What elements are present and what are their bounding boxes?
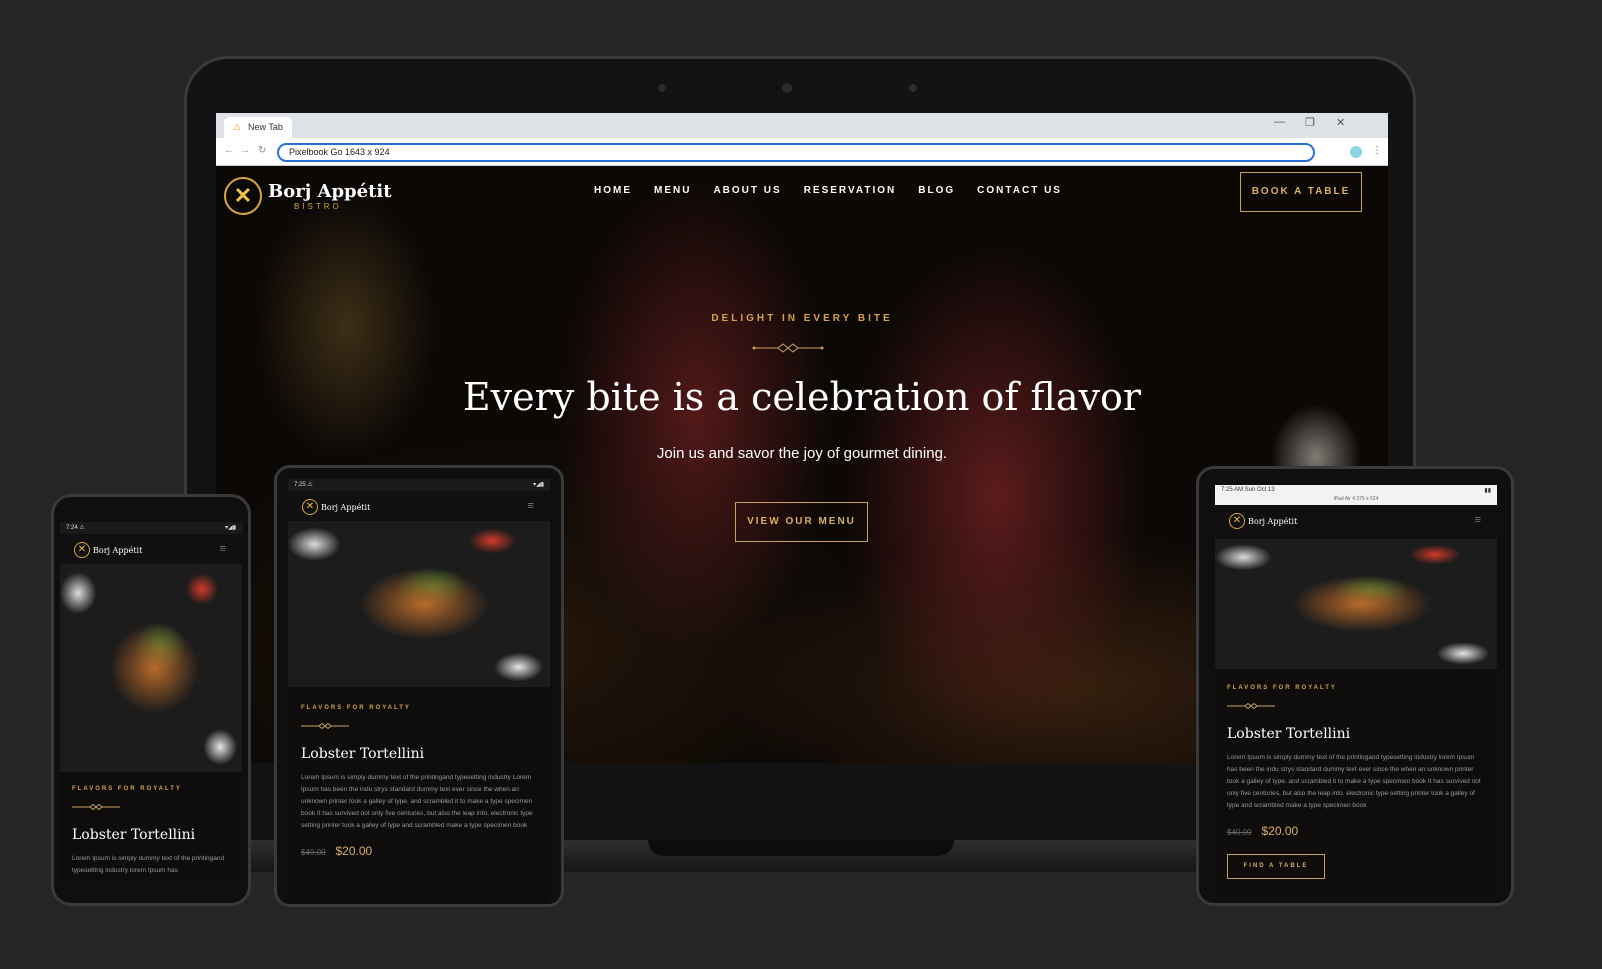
brand-name: Borj Appétit [268,181,392,202]
price-row: $40.00 $20.00 [1227,824,1485,838]
kebab-menu-icon[interactable]: ⋮ [1372,145,1382,156]
utensils-icon: ✕ [302,499,318,515]
mobile-logo[interactable]: ✕ Borj Appétit [1229,513,1297,529]
price-row: $40.00 $20.00 [301,844,537,858]
brand-name: Borj Appétit [321,502,371,512]
reload-icon[interactable]: ↻ [258,145,266,156]
address-bar[interactable]: Pixelbook Go 1643 x 924 [277,143,1315,162]
book-table-button[interactable]: BOOK A TABLE [1240,172,1362,212]
old-price: $40.00 [1227,828,1252,837]
hero-tagline: DELIGHT IN EVERY BITE [711,313,893,324]
dish-kicker: FLAVORS FOR ROYALTY [72,786,182,792]
phone-screen: 7:24 ⚠ ▾◢▮ ✕ Borj Appétit ≡ FLAVORS FOR RO… [60,522,242,882]
dish-kicker: FLAVORS FOR ROYALTY [1227,685,1337,691]
status-bar: 7:25 AM Sun Oct 13 ▮▮ iPad Air 4 375 x 6… [1215,485,1497,505]
brand-name: Borj Appétit [93,545,143,555]
warning-icon: ⚠ [233,122,242,132]
menu-icon[interactable]: ≡ [220,543,226,555]
site-logo[interactable]: ✕ Borj Appétit BISTRO [224,177,392,215]
status-time: 7:25 AM Sun Oct 13 [1221,487,1275,493]
sensor-dot [658,84,666,92]
nav-about[interactable]: ABOUT US [713,185,781,196]
nav-menu[interactable]: MENU [654,185,691,196]
utensils-icon: ✕ [1229,513,1245,529]
nav-blog[interactable]: BLOG [918,185,955,196]
dish-title: Lobster Tortellini [72,827,196,843]
main-nav: HOME MENU ABOUT US RESERVATION BLOG CONT… [594,185,1062,196]
phone-device: 7:24 ⚠ ▾◢▮ ✕ Borj Appétit ≡ FLAVORS FOR RO… [51,494,251,906]
browser-toolbar: ← → ↻ Pixelbook Go 1643 x 924 ⋮ [216,138,1388,166]
mobile-header: ✕ Borj Appétit ≡ [1215,505,1497,539]
dish-kicker: FLAVORS FOR ROYALTY [301,705,411,711]
ornament-divider [752,343,824,353]
food-photo [60,564,242,772]
dish-title: Lobster Tortellini [1227,726,1351,742]
dish-description: Lorem Ipsum is simply dummy text of the … [301,774,533,829]
signal-icons: ▾◢▮ [225,525,236,531]
forward-icon[interactable]: → [240,145,250,156]
hero-title: Every bite is a celebration of flavor [462,375,1142,419]
status-bar: 7:24 ⚠ ▾◢▮ [60,522,242,534]
status-time: 7:24 [66,525,78,531]
new-price: $20.00 [335,844,373,858]
dish-card: FLAVORS FOR ROYALTY Lobster Tortellini L… [1215,669,1497,893]
brand-sub: BISTRO [294,202,342,211]
ornament-divider [301,722,349,730]
restore-icon[interactable]: ❐ [1305,116,1315,129]
ornament-divider [72,803,120,811]
utensils-icon: ✕ [224,177,262,215]
food-photo [288,521,550,687]
close-icon[interactable]: ✕ [1336,116,1345,129]
tablet-screen: 7:25 ⚠ ▾◢▮ ✕ Borj Appétit ≡ FLAVORS FOR RO… [288,479,550,903]
menu-icon[interactable]: ≡ [528,500,534,512]
mobile-header: ✕ Borj Appétit ≡ [60,534,242,564]
nav-reservation[interactable]: RESERVATION [804,185,897,196]
extension-icon[interactable] [1350,146,1362,158]
view-menu-button[interactable]: VIEW OUR MENU [735,502,868,542]
browser-tab-strip: ⚠ New Tab — ❐ ✕ [216,113,1388,138]
dish-card: FLAVORS FOR ROYALTY Lobster Tortellini L… [288,687,550,876]
nav-home[interactable]: HOME [594,185,632,196]
ornament-divider [1227,702,1275,710]
old-price: $40.00 [301,848,326,857]
menu-icon[interactable]: ≡ [1475,514,1481,526]
food-photo [1215,539,1497,669]
nav-contact[interactable]: CONTACT US [977,185,1062,196]
tab-title: New Tab [248,122,283,132]
sensor-dot [909,84,917,92]
webcam [782,83,792,93]
utensils-icon: ✕ [74,542,90,558]
warning-icon: ⚠ [79,525,85,531]
tablet-device: 7:25 ⚠ ▾◢▮ ✕ Borj Appétit ≡ FLAVORS FOR RO… [274,465,564,907]
back-icon[interactable]: ← [224,145,234,156]
find-table-button[interactable]: FIND A TABLE [1227,854,1325,879]
device-label: iPad Air 4 375 x 624 [1333,496,1379,502]
signal-icons: ▾◢▮ [533,482,544,488]
warning-icon: ⚠ [307,482,313,488]
status-time: 7:25 [294,482,306,488]
browser-tab[interactable]: ⚠ New Tab [224,117,292,138]
mobile-logo[interactable]: ✕ Borj Appétit [74,542,142,558]
minimize-icon[interactable]: — [1274,116,1285,128]
brand-name: Borj Appétit [1248,516,1298,526]
status-bar: 7:25 ⚠ ▾◢▮ [288,479,550,491]
mobile-header: ✕ Borj Appétit ≡ [288,491,550,521]
dish-description: Lorem Ipsum is simply dummy text of the … [1227,754,1481,809]
ipad-device: 7:25 AM Sun Oct 13 ▮▮ iPad Air 4 375 x 6… [1196,466,1514,906]
new-price: $20.00 [1261,824,1299,838]
dish-title: Lobster Tortellini [301,746,425,762]
dish-description: Lorem Ipsum is simply dummy text of the … [72,855,225,874]
mobile-logo[interactable]: ✕ Borj Appétit [302,499,370,515]
dish-card: FLAVORS FOR ROYALTY Lobster Tortellini L… [60,772,242,882]
hero-subtitle: Join us and savor the joy of gourmet din… [656,445,948,462]
ipad-screen: 7:25 AM Sun Oct 13 ▮▮ iPad Air 4 375 x 6… [1215,485,1497,893]
signal-icons: ▮▮ [1484,488,1491,494]
laptop-notch [648,840,954,856]
